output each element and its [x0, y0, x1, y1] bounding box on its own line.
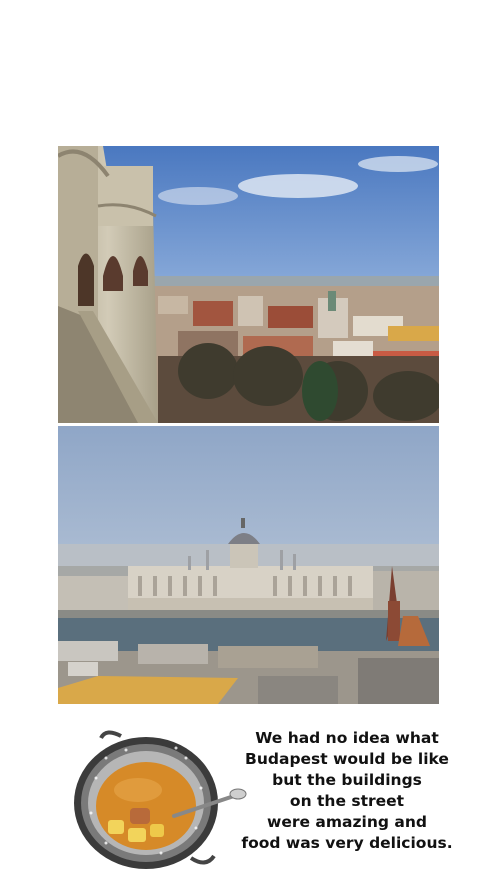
- caption-line: but the buildings: [272, 771, 422, 789]
- caption-line: on the street: [289, 792, 405, 810]
- caption-line: were amazing and: [267, 813, 427, 831]
- caption-line: We had no idea what: [255, 729, 439, 747]
- caption-line: food was very delicious.: [241, 834, 453, 852]
- caption-text: We had no idea what Budapest would be li…: [240, 728, 454, 854]
- castle-view-image: [58, 146, 439, 423]
- photo-parliament: [58, 426, 439, 704]
- parliament-image: [58, 426, 439, 704]
- photo-castle-view: [58, 146, 439, 423]
- caption-line: Budapest would be like: [245, 750, 449, 768]
- goulash-pot-icon: [66, 728, 252, 870]
